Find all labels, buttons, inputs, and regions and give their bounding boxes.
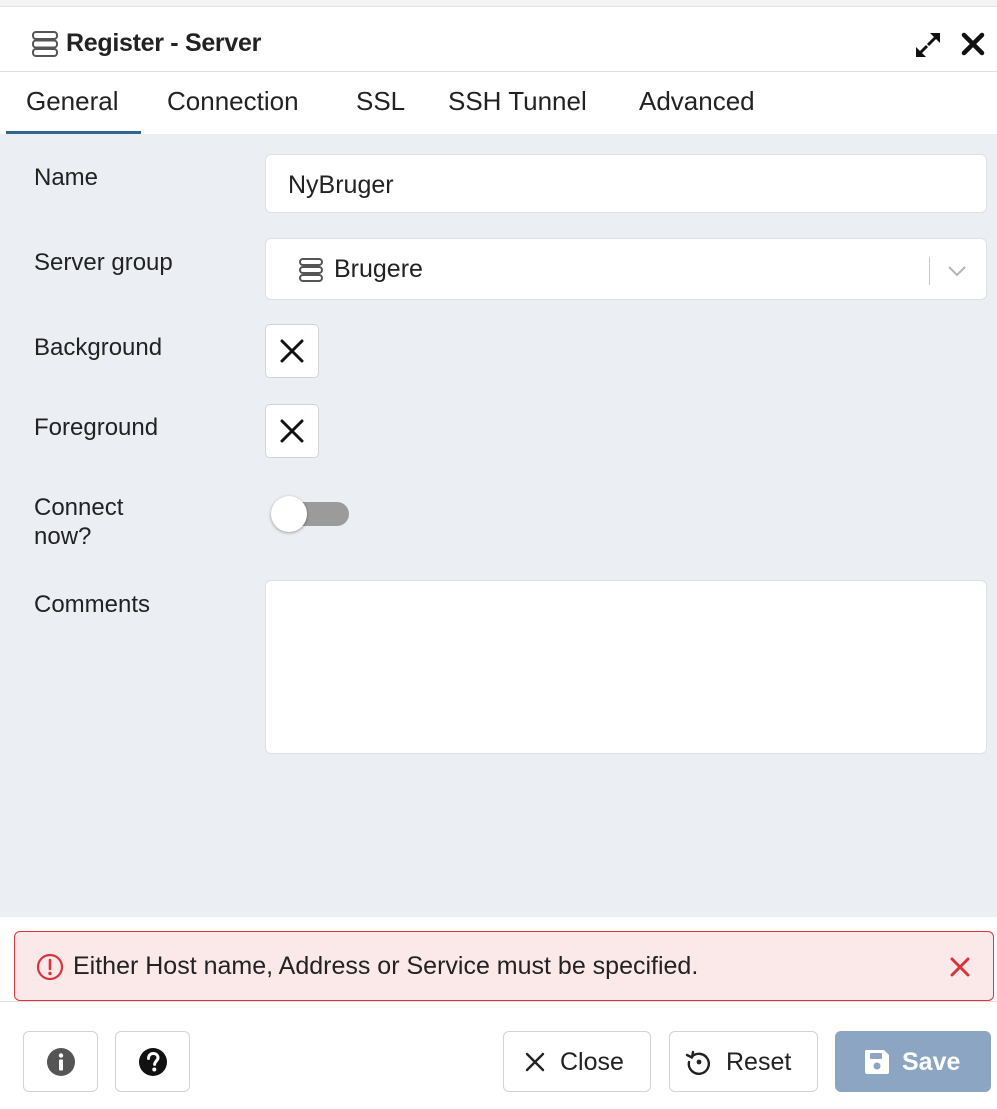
reset-button-label: Reset [726,1048,792,1076]
background-color-picker[interactable] [265,324,319,378]
comments-label: Comments [34,591,151,618]
save-icon [864,1050,889,1074]
help-icon [139,1048,167,1076]
error-message: Either Host name, Address or Service mus… [73,952,699,980]
comments-textarea[interactable] [265,580,987,754]
tab-ssh-tunnel[interactable]: SSH Tunnel [448,86,587,117]
select-separator [929,257,930,285]
name-input[interactable]: NyBruger [265,154,987,213]
expand-icon[interactable] [912,29,944,61]
server-icon [32,31,58,57]
connect-now-label: Connect now? [34,493,123,551]
info-button[interactable] [23,1031,98,1092]
info-icon [47,1048,75,1076]
foreground-label: Foreground [34,414,159,441]
dialog-titlebar: Register - Server [0,7,997,72]
server-group-label: Server group [34,249,173,276]
close-button-label: Close [560,1048,624,1076]
clear-color-icon [280,419,304,443]
tab-connection[interactable]: Connection [167,86,299,117]
background-label: Background [34,334,163,361]
chevron-down-icon[interactable] [946,261,968,281]
tab-bar: General Connection SSL SSH Tunnel Advanc… [0,72,997,135]
server-group-value: Brugere [334,255,423,283]
tab-ssl[interactable]: SSL [356,86,405,117]
connect-now-label-line1: Connect [34,494,124,521]
error-banner: Either Host name, Address or Service mus… [14,931,994,1001]
form-body: Name NyBruger Server group Brugere Backg… [0,134,997,917]
close-icon [525,1052,545,1072]
save-button-label: Save [902,1048,961,1076]
server-group-select[interactable]: Brugere [265,238,987,300]
reset-icon [685,1050,711,1075]
dialog-title: Register - Server [66,29,261,57]
help-button[interactable] [115,1031,190,1092]
name-label: Name [34,164,99,191]
connect-now-label-line2: now? [34,523,92,550]
connect-now-toggle[interactable] [271,496,351,532]
reset-button[interactable]: Reset [669,1031,818,1092]
toggle-knob [271,496,307,532]
error-icon [36,953,64,981]
close-icon[interactable] [958,29,988,59]
clear-color-icon [280,339,304,363]
close-button[interactable]: Close [503,1031,651,1092]
save-button[interactable]: Save [835,1031,991,1092]
dialog-footer: Close Reset Save [0,1001,997,1109]
tab-general[interactable]: General [6,86,140,135]
foreground-color-picker[interactable] [265,404,319,458]
server-icon [299,258,323,282]
top-edge [0,0,997,7]
tab-advanced[interactable]: Advanced [639,86,755,117]
close-icon[interactable] [947,954,973,980]
